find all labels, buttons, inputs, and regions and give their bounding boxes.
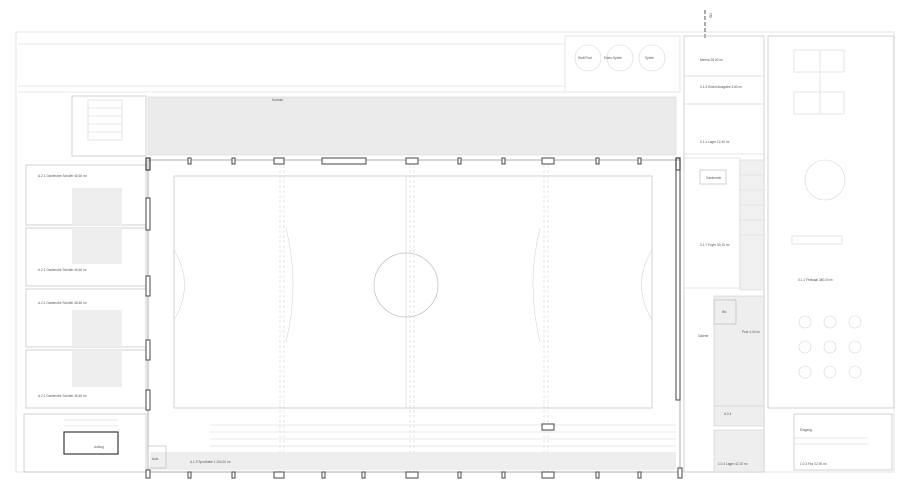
left-rooms: A.2.1 Garderobe Schüler 46,60 m² A.2.1 G… — [25, 164, 147, 409]
right-label-8: Galerie — [698, 334, 709, 338]
far-right-hall: 0.1.1 Festsaal 380,00 m² Eingang 1.0.3 F… — [767, 35, 895, 471]
right-label-6: Wc — [722, 310, 727, 314]
floor-plan: SD Stoff-Pool Eisen-Spiele Spiele Korrid… — [15, 10, 895, 479]
stair-upper-left — [71, 95, 147, 157]
section-marker-label: SD — [709, 13, 713, 18]
right-label-5: 0.1.7 Foyer 30,10 m² — [700, 243, 730, 247]
far-right-label-3: 1.0.3 Flur 22,90 m² — [800, 462, 827, 466]
right-label-7: Putz 4,40 m² — [742, 330, 760, 334]
lift-label: Aufzug — [94, 445, 104, 449]
left-room-1-label: A.2.1 Garderobe Schüler 46,60 m² — [38, 174, 87, 178]
room-label-top-1: Stoff-Pool — [578, 56, 592, 60]
right-column: Mensa 28,00 m² 0.1.3 Küche/Ausgabe 3,60 … — [683, 35, 765, 473]
right-label-10: 1.0.4 Lager 42,10 m² — [718, 462, 748, 466]
far-right-label-2: Eingang — [800, 428, 812, 432]
far-right-label-1: 0.1.1 Festsaal 380,00 m² — [798, 278, 833, 282]
room-label-top-3: Spiele — [645, 56, 654, 60]
right-label-3: 0.1.4 Lager 12,40 m² — [700, 140, 730, 144]
left-room-2-label: A.2.1 Garderobe Schüler 46,60 m² — [38, 268, 87, 272]
left-room-3-label: A.2.1 Garderobe Schüler 46,60 m² — [38, 301, 87, 305]
right-label-4: Garderobe — [706, 176, 721, 180]
hall-label: A.1.3 Sporthalle 1.104,00 m² — [190, 460, 231, 464]
top-strip: Stoff-Pool Eisen-Spiele Spiele — [18, 35, 681, 93]
right-label-1: Mensa 28,00 m² — [700, 58, 723, 62]
room-label-top-2: Eisen-Spiele — [604, 56, 622, 60]
corridor-label: Korridor — [272, 98, 284, 102]
right-label-2: 0.1.3 Küche/Ausgabe 3,60 m² — [700, 85, 742, 89]
section-marker: SD — [704, 10, 713, 40]
sports-hall: A.1.3 Sporthalle 1.104,00 m² — [147, 159, 681, 473]
right-label-9: A.0.4 — [724, 412, 732, 416]
lift-shaft-label: Aufz — [152, 457, 159, 461]
corridor-area — [147, 96, 677, 156]
stair-lower-left: Aufzug — [23, 413, 147, 473]
left-room-4-label: A.2.1 Garderobe Schüler 46,60 m² — [38, 394, 87, 398]
